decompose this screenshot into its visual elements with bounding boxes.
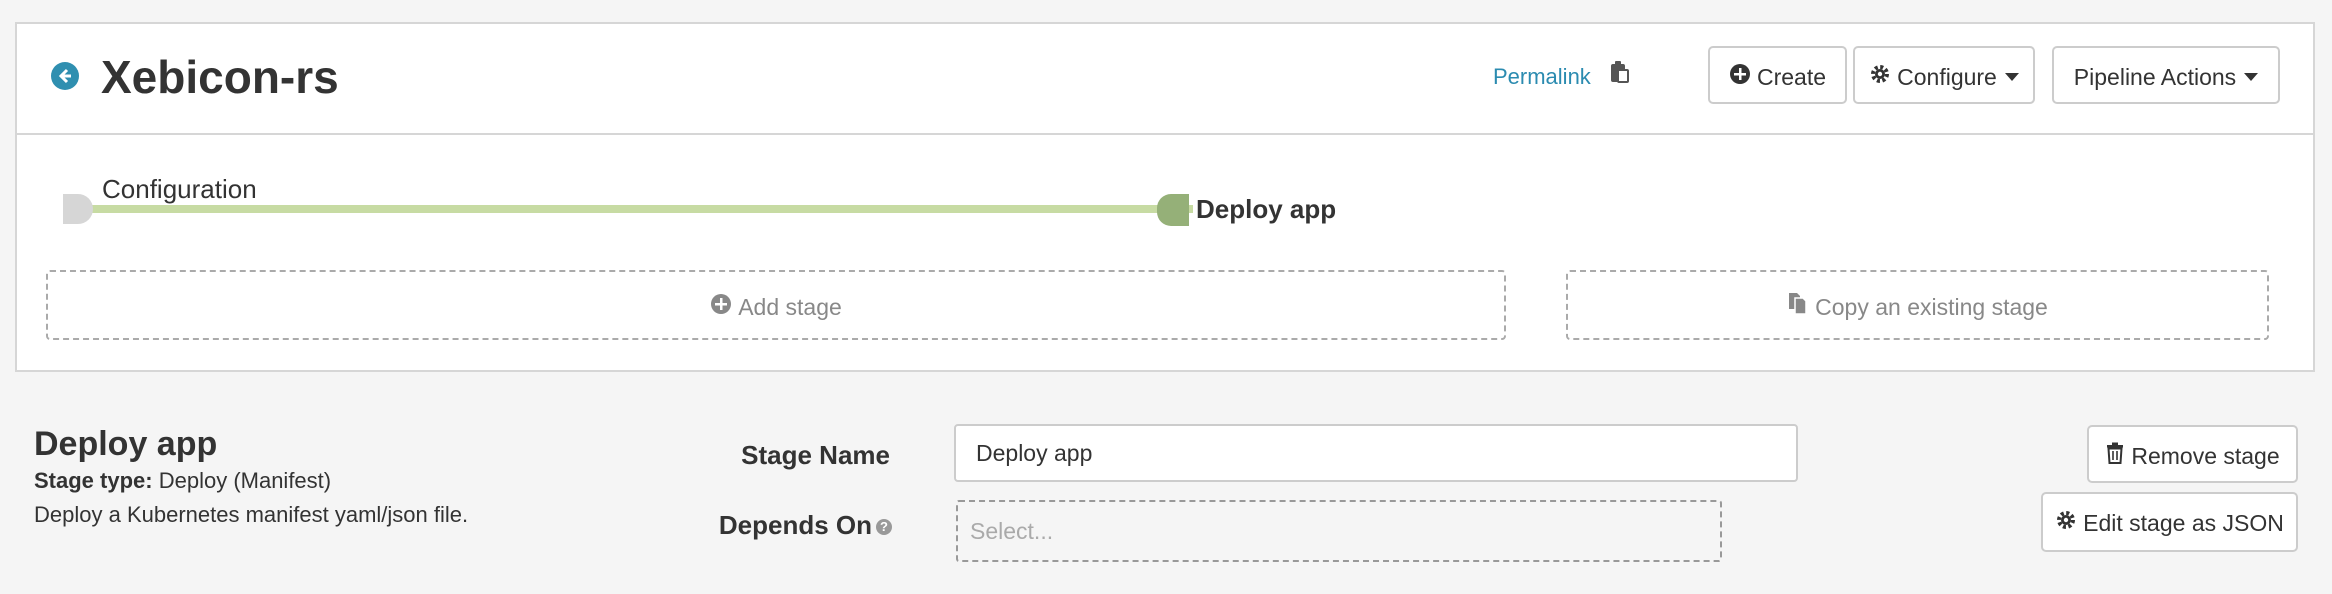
clipboard-icon[interactable] <box>1609 60 1629 89</box>
configure-label: Configure <box>1897 63 1997 90</box>
pipeline-title: Xebicon-rs <box>101 51 339 103</box>
depends-on-label-row: Depends On? <box>660 508 892 542</box>
edit-json-label: Edit stage as JSON <box>2083 509 2284 536</box>
pipeline-header: Xebicon-rs Permalink Create Configure Pi… <box>17 24 2313 135</box>
gear-icon <box>2055 496 2077 550</box>
pipeline-actions-button[interactable]: Pipeline Actions <box>2052 46 2280 104</box>
stage-name-label: Stage Name <box>741 440 890 470</box>
back-arrow-icon[interactable] <box>51 62 79 90</box>
pipeline-track <box>83 205 1193 213</box>
create-label: Create <box>1756 63 1827 90</box>
stage-description: Deploy a Kubernetes manifest yaml/json f… <box>34 502 469 527</box>
stage-title: Deploy app <box>34 425 218 463</box>
plus-circle-icon <box>1729 50 1751 104</box>
trash-icon <box>2105 429 2125 483</box>
stage-label-configuration[interactable]: Configuration <box>102 172 257 206</box>
copy-stage-label: Copy an existing stage <box>1815 293 2048 320</box>
stage-type: Stage type: Deploy (Manifest) <box>34 466 331 496</box>
depends-on-label: Depends On <box>718 510 872 540</box>
plus-circle-icon <box>710 274 732 340</box>
pipeline-panel: Xebicon-rs Permalink Create Configure Pi… <box>15 22 2315 372</box>
copy-stage-button[interactable]: Copy an existing stage <box>1566 270 2269 340</box>
stage-name-input[interactable] <box>954 424 1798 482</box>
depends-on-select[interactable]: Select... <box>956 500 1722 562</box>
remove-stage-label: Remove stage <box>2131 442 2280 469</box>
create-button[interactable]: Create <box>1708 46 1847 104</box>
edit-json-button[interactable]: Edit stage as JSON <box>2041 492 2298 552</box>
gear-icon <box>1869 50 1891 104</box>
add-stage-button[interactable]: Add stage <box>46 270 1506 340</box>
stage-type-value: Deploy (Manifest) <box>158 468 332 493</box>
remove-stage-button[interactable]: Remove stage <box>2087 425 2298 483</box>
caret-down-icon <box>2244 72 2259 81</box>
configure-button[interactable]: Configure <box>1853 46 2035 104</box>
stage-type-label: Stage type: <box>34 468 153 493</box>
copy-icon <box>1787 274 1809 340</box>
stage-label-deploy-app[interactable]: Deploy app <box>1196 192 1336 226</box>
permalink-link[interactable]: Permalink <box>1493 62 1591 92</box>
add-stage-label: Add stage <box>738 293 842 320</box>
stage-node-configuration[interactable] <box>63 194 93 224</box>
help-icon[interactable]: ? <box>876 519 892 536</box>
stage-node-deploy-app[interactable] <box>1157 194 1189 226</box>
caret-down-icon <box>2004 72 2019 81</box>
pipeline-actions-label: Pipeline Actions <box>2073 63 2237 90</box>
